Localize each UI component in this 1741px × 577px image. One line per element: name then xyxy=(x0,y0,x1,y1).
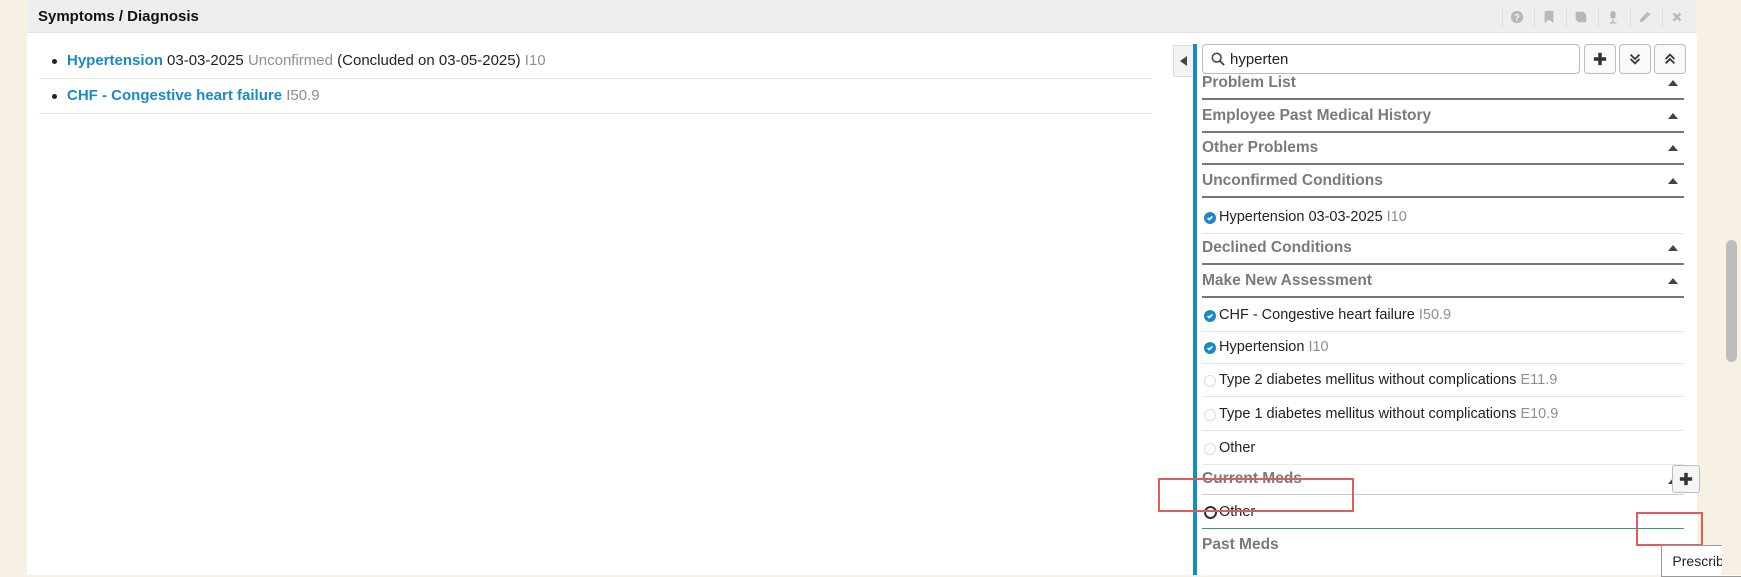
list-item[interactable]: Hypertension 03-03-2025 I10 xyxy=(1202,202,1684,234)
plus-icon xyxy=(1593,52,1607,66)
caret-left-icon xyxy=(1180,56,1187,66)
item-text: Type 2 diabetes mellitus without complic… xyxy=(1219,372,1558,388)
bullet xyxy=(52,59,57,64)
scrollbar-thumb[interactable] xyxy=(1726,240,1737,362)
item-text: Type 1 diabetes mellitus without complic… xyxy=(1219,406,1559,422)
check-icon[interactable] xyxy=(1204,212,1216,224)
highlight-box xyxy=(1158,478,1354,512)
panel-header: Symptoms / Diagnosis ? xyxy=(27,0,1697,33)
header-toolbar: ? xyxy=(1502,6,1691,28)
diagnosis-status: Unconfirmed xyxy=(247,52,333,69)
collapse-sidebar-button[interactable] xyxy=(1173,45,1195,77)
double-chevron-up-icon xyxy=(1665,53,1675,64)
section-title: Employee Past Medical History xyxy=(1202,107,1432,124)
check-icon[interactable] xyxy=(1204,342,1216,354)
diagnosis-code: I50.9 xyxy=(286,87,320,104)
radio-icon[interactable] xyxy=(1204,443,1216,455)
collapse-caret-icon[interactable] xyxy=(1668,245,1678,251)
mic-icon[interactable] xyxy=(1598,6,1627,28)
list-item[interactable]: Hypertension I10 xyxy=(1202,332,1684,364)
search-icon xyxy=(1211,52,1225,66)
diagnosis-code: I10 xyxy=(524,52,546,69)
item-text: CHF - Congestive heart failure I50.9 xyxy=(1219,307,1452,323)
section-title: Make New Assessment xyxy=(1202,272,1373,289)
diagnosis-link[interactable]: Hypertension xyxy=(67,52,163,69)
pencil-icon[interactable] xyxy=(1630,6,1659,28)
help-icon[interactable]: ? xyxy=(1502,6,1531,28)
section-other-problems[interactable]: Other Problems xyxy=(1202,133,1684,165)
close-icon[interactable] xyxy=(1662,6,1691,28)
list-item[interactable]: Type 2 diabetes mellitus without complic… xyxy=(1202,365,1684,397)
item-text: Hypertension 03-03-2025 I10 xyxy=(1219,209,1407,225)
section-problem-list[interactable]: Problem List xyxy=(1202,68,1684,100)
diagnosis-link[interactable]: CHF - Congestive heart failure xyxy=(67,87,282,104)
search-input[interactable] xyxy=(1228,48,1572,70)
page-title: Symptoms / Diagnosis xyxy=(38,8,199,25)
diagnosis-date: 03-03-2025 xyxy=(167,52,244,69)
collapse-caret-icon[interactable] xyxy=(1668,113,1678,119)
list-item[interactable]: Other xyxy=(1202,433,1684,465)
section-declined[interactable]: Declined Conditions xyxy=(1202,233,1684,265)
section-title: Declined Conditions xyxy=(1202,239,1352,256)
radio-icon[interactable] xyxy=(1204,375,1216,387)
item-text: Hypertension I10 xyxy=(1219,339,1329,355)
list-item[interactable]: CHF - Congestive heart failure I50.9 xyxy=(1202,300,1684,332)
book-icon[interactable] xyxy=(1566,6,1595,28)
bookmark-icon[interactable] xyxy=(1534,6,1563,28)
section-unconfirmed[interactable]: Unconfirmed Conditions xyxy=(1202,166,1684,198)
double-chevron-down-icon xyxy=(1630,54,1640,65)
section-title: Problem List xyxy=(1202,74,1296,91)
section-past-meds[interactable]: Past Meds xyxy=(1202,530,1684,560)
diagnosis-panel: Symptoms / Diagnosis ? Hypertension 03-0… xyxy=(27,0,1700,575)
section-title: Past Meds xyxy=(1202,536,1279,553)
collapse-caret-icon[interactable] xyxy=(1668,145,1678,151)
item-text: Other xyxy=(1219,440,1256,456)
bullet xyxy=(52,94,57,99)
section-title: Other Problems xyxy=(1202,139,1319,156)
list-item: CHF - Congestive heart failure I50.9 xyxy=(39,79,1151,114)
radio-icon[interactable] xyxy=(1204,409,1216,421)
prescribe-button[interactable] xyxy=(1672,465,1700,493)
collapse-caret-icon[interactable] xyxy=(1668,178,1678,184)
collapse-caret-icon[interactable] xyxy=(1668,80,1678,86)
diagnosis-list: Hypertension 03-03-2025 Unconfirmed (Con… xyxy=(39,44,1151,114)
svg-text:?: ? xyxy=(1514,13,1519,23)
list-item: Hypertension 03-03-2025 Unconfirmed (Con… xyxy=(39,44,1151,79)
highlight-box xyxy=(1636,512,1703,546)
check-icon[interactable] xyxy=(1204,310,1216,322)
list-item[interactable]: Type 1 diabetes mellitus without complic… xyxy=(1202,399,1684,431)
diagnosis-note: (Concluded on 03-05-2025) xyxy=(337,52,521,69)
plus-icon xyxy=(1679,472,1693,486)
collapse-caret-icon[interactable] xyxy=(1668,278,1678,284)
section-employee-pmh[interactable]: Employee Past Medical History xyxy=(1202,101,1684,133)
section-title: Unconfirmed Conditions xyxy=(1202,172,1383,189)
section-new-assessment[interactable]: Make New Assessment xyxy=(1202,266,1684,298)
